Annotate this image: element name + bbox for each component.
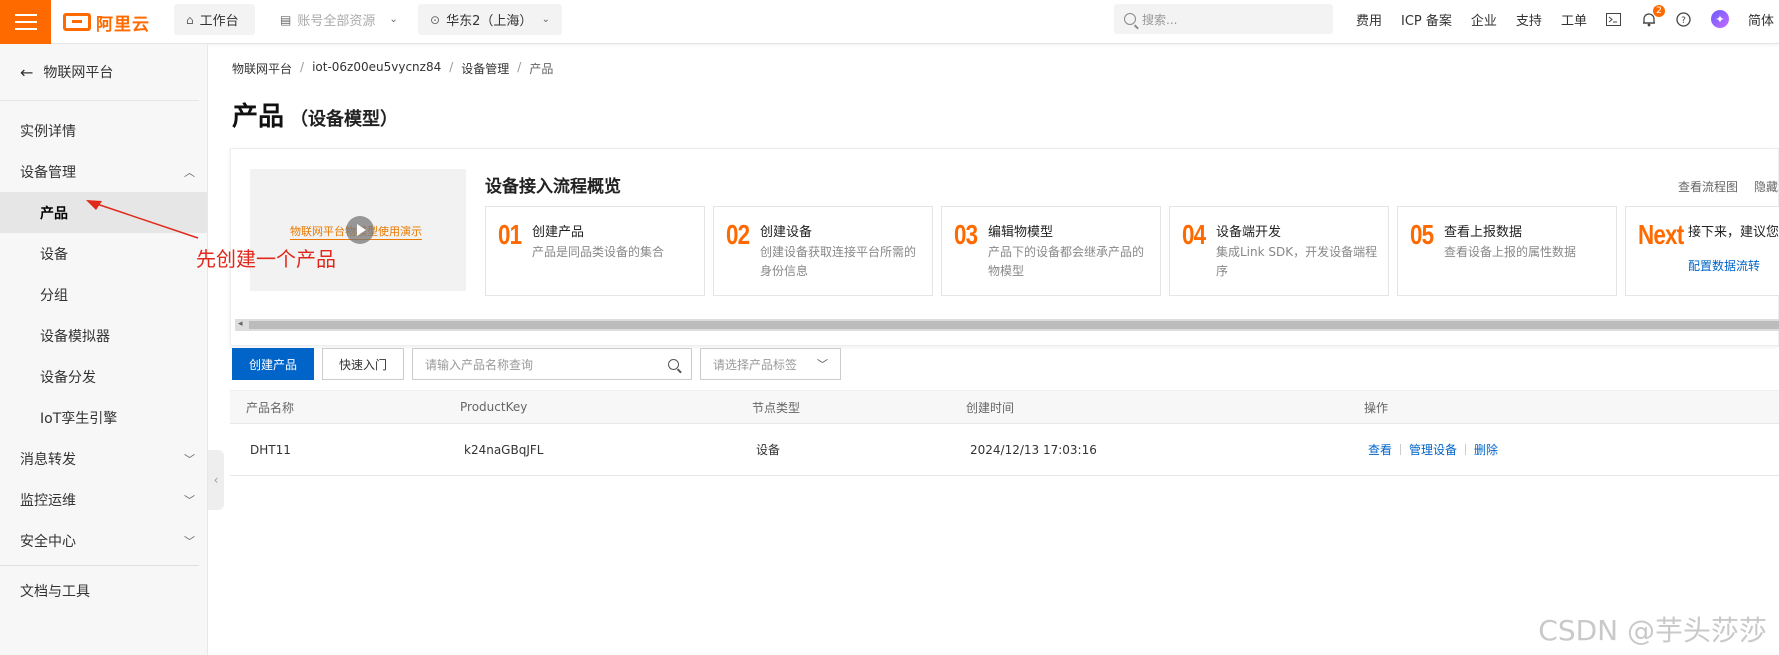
sidebar-group-monitoring[interactable]: 监控运维 ﹀ bbox=[0, 479, 207, 520]
chevron-down-icon: ﹀ bbox=[184, 452, 195, 466]
row-actions: 查看 管理设备 删除 bbox=[1368, 424, 1498, 475]
sidebar-item-instance-details[interactable]: 实例详情 bbox=[0, 110, 207, 151]
flow-step-edit-thing-model[interactable]: 03 编辑物模型 产品下的设备都会继承产品的物模型 bbox=[941, 206, 1161, 296]
location-icon: ⊙ bbox=[430, 12, 441, 27]
view-diagram-link[interactable]: 查看流程图 bbox=[1678, 178, 1738, 195]
scroll-left-icon[interactable]: ◂ bbox=[238, 319, 243, 329]
resource-icon: ▤ bbox=[280, 12, 292, 27]
flow-step-create-device[interactable]: 02 创建设备 创建设备获取连接平台所需的身份信息 bbox=[713, 206, 933, 296]
access-flow-card: 物联网平台物模型使用演示 设备接入流程概览 查看流程图 隐藏 01 创建产品 产… bbox=[230, 148, 1779, 346]
back-to-iot-platform[interactable]: ← 物联网平台 bbox=[0, 44, 199, 101]
sidebar-group-device-management[interactable]: 设备管理 ︿ bbox=[0, 151, 207, 192]
flow-step-device-development[interactable]: 04 设备端开发 集成Link SDK，开发设备端程序 bbox=[1169, 206, 1389, 296]
header-actions: 操作 bbox=[1364, 400, 1389, 415]
sidebar-item-docs-tools[interactable]: 文档与工具 bbox=[0, 570, 207, 611]
global-search-input[interactable]: 搜索... bbox=[1114, 4, 1333, 34]
support-link[interactable]: 支持 bbox=[1516, 10, 1542, 29]
annotation-arrow bbox=[86, 200, 199, 239]
product-name: DHT11 bbox=[250, 442, 291, 457]
created-time: 2024/12/13 17:03:16 bbox=[970, 442, 1097, 457]
help-icon[interactable]: ? bbox=[1676, 11, 1692, 27]
watermark: CSDN @芋头莎莎 bbox=[1538, 614, 1767, 647]
quick-start-button[interactable]: 快速入门 bbox=[322, 348, 405, 380]
product-toolbar: 创建产品 快速入门 请输入产品名称查询 请选择产品标签 ﹀ bbox=[232, 348, 842, 380]
manage-devices-link[interactable]: 管理设备 bbox=[1409, 441, 1457, 458]
sidebar-collapse-handle[interactable]: ‹ bbox=[208, 450, 224, 510]
billing-link[interactable]: 费用 bbox=[1356, 10, 1382, 29]
header-created-time: 创建时间 bbox=[966, 400, 1015, 415]
chevron-down-icon: ﹀ bbox=[184, 534, 195, 548]
flow-title: 设备接入流程概览 bbox=[485, 177, 621, 197]
aliyun-logo[interactable]: 阿里云 bbox=[63, 11, 150, 35]
chevron-down-icon: ﹀ bbox=[184, 493, 195, 507]
breadcrumb: 物联网平台 / iot-06z00eu5vycnz84 / 设备管理 / 产品 bbox=[232, 60, 554, 77]
page-title: 产品 （设备模型） bbox=[232, 102, 399, 132]
logo-mark-icon bbox=[63, 13, 91, 31]
table-row: DHT11 k24naGBqJFL 设备 2024/12/13 17:03:16… bbox=[230, 424, 1779, 476]
menu-icon[interactable] bbox=[0, 0, 51, 44]
node-type: 设备 bbox=[756, 443, 781, 457]
chevron-down-icon: ﹀ bbox=[817, 358, 829, 371]
sidebar: ← 物联网平台 实例详情 设备管理 ︿ 产品 设备 分组 设备模拟器 设备分发 I… bbox=[0, 44, 208, 655]
horizontal-scrollbar[interactable]: ◂ bbox=[235, 319, 1779, 331]
bell-icon[interactable]: 2 bbox=[1641, 5, 1665, 27]
avatar[interactable]: ✦ bbox=[1710, 10, 1729, 28]
svg-text:?: ? bbox=[1682, 16, 1687, 26]
product-table: 产品名称 ProductKey 节点类型 创建时间 操作 DHT11 k24na… bbox=[230, 390, 1779, 476]
sidebar-item-iot-twin-engine[interactable]: IoT孪生引擎 bbox=[0, 397, 207, 438]
delete-link[interactable]: 删除 bbox=[1474, 441, 1498, 458]
sidebar-group-message-forwarding[interactable]: 消息转发 ﹀ bbox=[0, 438, 207, 479]
scrollbar-thumb[interactable] bbox=[249, 321, 1779, 329]
chevron-down-icon: ⌄ bbox=[389, 14, 398, 25]
header-node-type: 节点类型 bbox=[752, 400, 801, 415]
ticket-link[interactable]: 工单 bbox=[1561, 10, 1587, 29]
region-selector[interactable]: ⊙ 华东2（上海） ⌄ bbox=[418, 4, 562, 35]
home-icon: ⌂ bbox=[186, 12, 194, 27]
demo-video[interactable]: 物联网平台物模型使用演示 bbox=[250, 169, 466, 291]
workspace-button[interactable]: ⌂ 工作台 bbox=[174, 4, 255, 35]
language-switch[interactable]: 简体 bbox=[1748, 10, 1774, 29]
play-icon[interactable] bbox=[346, 216, 374, 244]
annotation-text: 先创建一个产品 bbox=[196, 247, 336, 271]
sidebar-item-group[interactable]: 分组 bbox=[0, 274, 207, 315]
header-product-key: ProductKey bbox=[460, 400, 528, 414]
table-header: 产品名称 ProductKey 节点类型 创建时间 操作 bbox=[230, 390, 1779, 424]
flow-step-next[interactable]: Next 接下来，建议您 配置数据流转 bbox=[1625, 206, 1779, 296]
configure-data-flow-link[interactable]: 配置数据流转 bbox=[1688, 257, 1760, 274]
search-icon bbox=[1124, 13, 1136, 25]
sidebar-item-device-simulator[interactable]: 设备模拟器 bbox=[0, 315, 207, 356]
flow-step-view-data[interactable]: 05 查看上报数据 查看设备上报的属性数据 bbox=[1397, 206, 1617, 296]
icp-link[interactable]: ICP 备案 bbox=[1401, 10, 1452, 29]
enterprise-link[interactable]: 企业 bbox=[1471, 10, 1497, 29]
breadcrumb-iot-platform[interactable]: 物联网平台 bbox=[232, 60, 292, 77]
breadcrumb-instance[interactable]: iot-06z00eu5vycnz84 bbox=[312, 60, 441, 77]
hide-link[interactable]: 隐藏 bbox=[1754, 178, 1778, 195]
chevron-down-icon: ⌄ bbox=[541, 14, 550, 25]
create-product-button[interactable]: 创建产品 bbox=[232, 348, 315, 380]
top-bar: 阿里云 ⌂ 工作台 ▤ 账号全部资源 ⌄ ⊙ 华东2（上海） ⌄ 搜索... 费… bbox=[0, 0, 1779, 44]
product-key: k24naGBqJFL bbox=[464, 442, 544, 457]
notification-badge: 2 bbox=[1652, 5, 1665, 17]
sidebar-divider bbox=[0, 565, 199, 566]
arrow-left-icon: ← bbox=[20, 62, 34, 82]
main-content: 物联网平台 / iot-06z00eu5vycnz84 / 设备管理 / 产品 … bbox=[224, 44, 1779, 655]
product-tag-select[interactable]: 请选择产品标签 ﹀ bbox=[700, 348, 842, 380]
terminal-icon[interactable] bbox=[1606, 11, 1622, 27]
chevron-up-icon: ︿ bbox=[184, 165, 195, 179]
sidebar-group-security-center[interactable]: 安全中心 ﹀ bbox=[0, 520, 207, 561]
breadcrumb-device-management[interactable]: 设备管理 bbox=[461, 60, 509, 77]
sidebar-item-device-distribution[interactable]: 设备分发 bbox=[0, 356, 207, 397]
product-search-input[interactable]: 请输入产品名称查询 bbox=[412, 348, 693, 380]
resource-selector[interactable]: ▤ 账号全部资源 ⌄ bbox=[268, 4, 410, 35]
breadcrumb-product: 产品 bbox=[529, 62, 554, 76]
view-link[interactable]: 查看 bbox=[1368, 441, 1392, 458]
search-icon[interactable] bbox=[668, 358, 680, 370]
flow-step-create-product[interactable]: 01 创建产品 产品是同品类设备的集合 bbox=[485, 206, 705, 296]
header-product-name: 产品名称 bbox=[246, 400, 295, 415]
